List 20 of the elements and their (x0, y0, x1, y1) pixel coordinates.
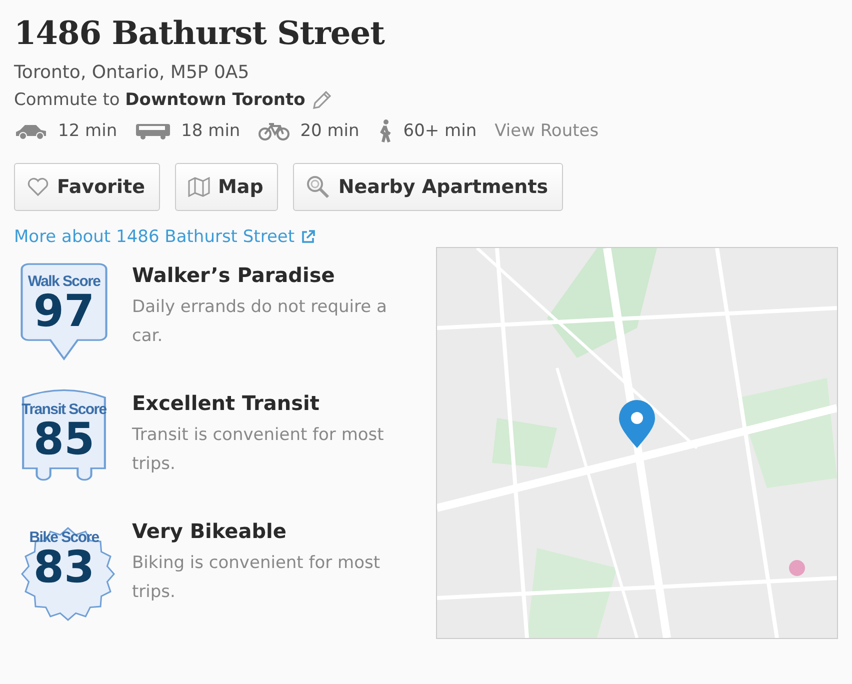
map-button[interactable]: Map (174, 163, 278, 211)
score-value: 97 (33, 290, 95, 334)
travel-time: 60+ min (403, 121, 477, 141)
nearby-apartments-button[interactable]: Nearby Apartments (293, 163, 564, 211)
score-title: Very Bikeable (132, 519, 288, 543)
score-description: Biking is convenient for most trips. (132, 552, 382, 604)
score-description: Transit is convenient for most trips. (132, 424, 385, 476)
score-value: 83 (33, 546, 95, 590)
commute-text: Commute to Downtown Toronto (14, 90, 306, 110)
travel-time: 12 min (58, 121, 118, 141)
travel-time: 18 min (181, 121, 240, 141)
score-title: Walker’s Paradise (132, 263, 336, 287)
travel-time: 20 min (300, 121, 360, 141)
score-label: Walk Score (28, 273, 100, 290)
score-value: 85 (33, 418, 95, 462)
score-title: Excellent Transit (132, 391, 320, 415)
score-description: Daily errands do not require a car. (132, 296, 388, 348)
listing-title: 1486 Bathurst Street (14, 14, 384, 52)
favorite-button[interactable]: Favorite (14, 163, 160, 211)
address-text: Toronto, Ontario, M5P 0A5 (14, 62, 250, 83)
